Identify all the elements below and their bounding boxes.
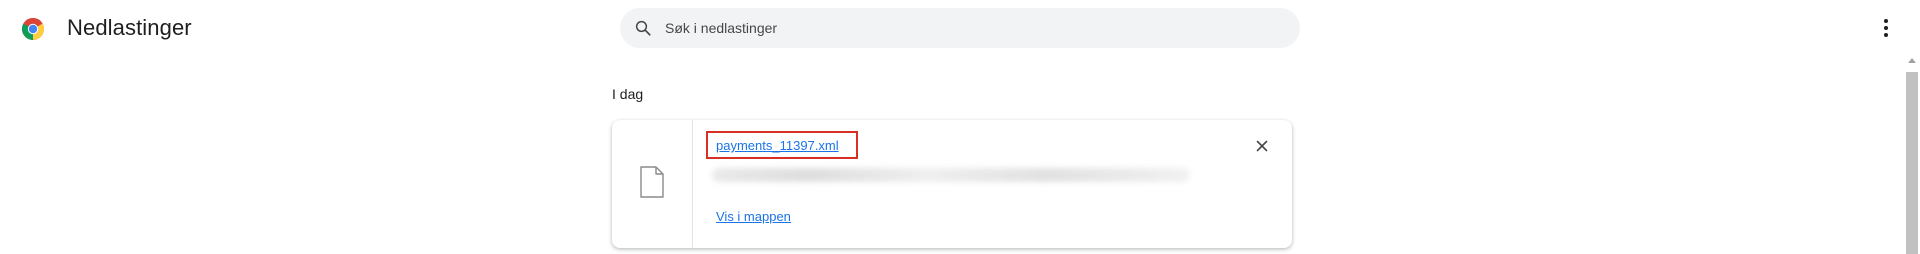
show-in-folder-link[interactable]: Vis i mappen — [716, 209, 791, 224]
vertical-scrollbar[interactable] — [1904, 52, 1920, 254]
page-title: Nedlastinger — [67, 15, 192, 40]
search-input[interactable] — [665, 20, 1225, 36]
search-bar[interactable] — [620, 8, 1300, 48]
menu-dot — [1884, 33, 1888, 37]
download-source-url-blurred — [712, 168, 1190, 182]
menu-dot — [1884, 26, 1888, 30]
file-icon — [639, 165, 665, 203]
close-icon[interactable] — [1252, 136, 1272, 156]
scrollbar-thumb[interactable] — [1906, 72, 1918, 254]
download-item-card: payments_11397.xml Vis i mappen — [612, 120, 1292, 248]
menu-dot — [1884, 19, 1888, 23]
download-file-link[interactable]: payments_11397.xml — [716, 138, 839, 153]
date-section-heading: I dag — [612, 86, 644, 102]
more-vert-icon[interactable] — [1874, 16, 1898, 40]
file-icon-column — [612, 120, 693, 248]
scroll-up-arrow-icon[interactable] — [1908, 58, 1916, 63]
search-icon — [633, 18, 653, 38]
chrome-logo-icon — [21, 17, 45, 41]
downloads-page: Nedlastinger I dag payments_11397.xm — [0, 0, 1920, 254]
